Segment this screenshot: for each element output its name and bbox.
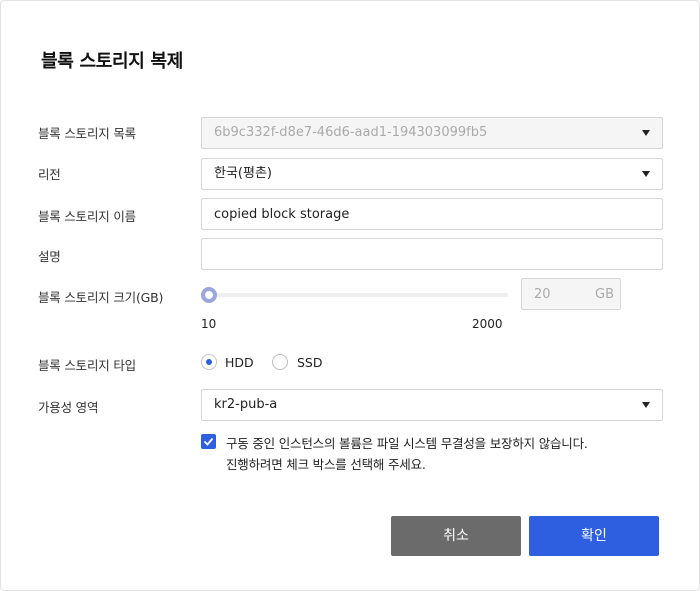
radio-hdd-label[interactable]: HDD: [225, 355, 254, 370]
cancel-button[interactable]: 취소: [391, 516, 521, 556]
size-slider-min: 10: [201, 317, 217, 331]
clone-block-storage-dialog: 블록 스토리지 복제 블록 스토리지 목록 6b9c332f-d8e7-46d6…: [0, 0, 700, 591]
chevron-down-icon: [642, 402, 650, 408]
source-storage-value: 6b9c332f-d8e7-46d6-aad1-194303099fb5: [214, 125, 488, 140]
availability-zone-select[interactable]: kr2-pub-a: [201, 389, 663, 421]
radio-hdd[interactable]: [201, 354, 217, 370]
availability-zone-label: 가용성 영역: [38, 400, 99, 415]
description-input[interactable]: [201, 238, 663, 270]
description-label: 설명: [38, 249, 61, 264]
size-slider-track[interactable]: [206, 293, 508, 297]
confirm-checkbox[interactable]: [201, 434, 216, 449]
storage-type-label: 블록 스토리지 타입: [38, 358, 136, 373]
radio-ssd[interactable]: [272, 354, 288, 370]
source-storage-label: 블록 스토리지 목록: [38, 126, 136, 141]
region-select[interactable]: 한국(평촌): [201, 158, 663, 190]
chevron-down-icon: [642, 130, 650, 136]
integrity-notice-line1: 구동 중인 인스턴스의 볼륨은 파일 시스템 무결성을 보장하지 않습니다.: [226, 436, 588, 451]
source-storage-select: 6b9c332f-d8e7-46d6-aad1-194303099fb5: [201, 117, 663, 149]
checkmark-icon: [203, 437, 214, 446]
integrity-notice-line2: 진행하려면 체크 박스를 선택해 주세요.: [226, 457, 426, 472]
dialog-title: 블록 스토리지 복제: [41, 51, 184, 72]
size-slider-handle[interactable]: [201, 287, 217, 303]
size-value: 20: [534, 287, 551, 302]
storage-name-input[interactable]: [201, 198, 663, 230]
chevron-down-icon: [642, 171, 650, 177]
region-value: 한국(평촌): [214, 166, 272, 181]
size-input: 20 GB: [521, 278, 621, 310]
confirm-button[interactable]: 확인: [529, 516, 659, 556]
storage-size-label: 블록 스토리지 크기(GB): [38, 290, 164, 305]
availability-zone-value: kr2-pub-a: [214, 397, 278, 412]
size-unit: GB: [595, 287, 614, 302]
radio-ssd-label[interactable]: SSD: [297, 355, 323, 370]
size-slider-max: 2000: [472, 317, 503, 331]
storage-name-label: 블록 스토리지 이름: [38, 209, 136, 224]
region-label: 리전: [38, 167, 61, 182]
